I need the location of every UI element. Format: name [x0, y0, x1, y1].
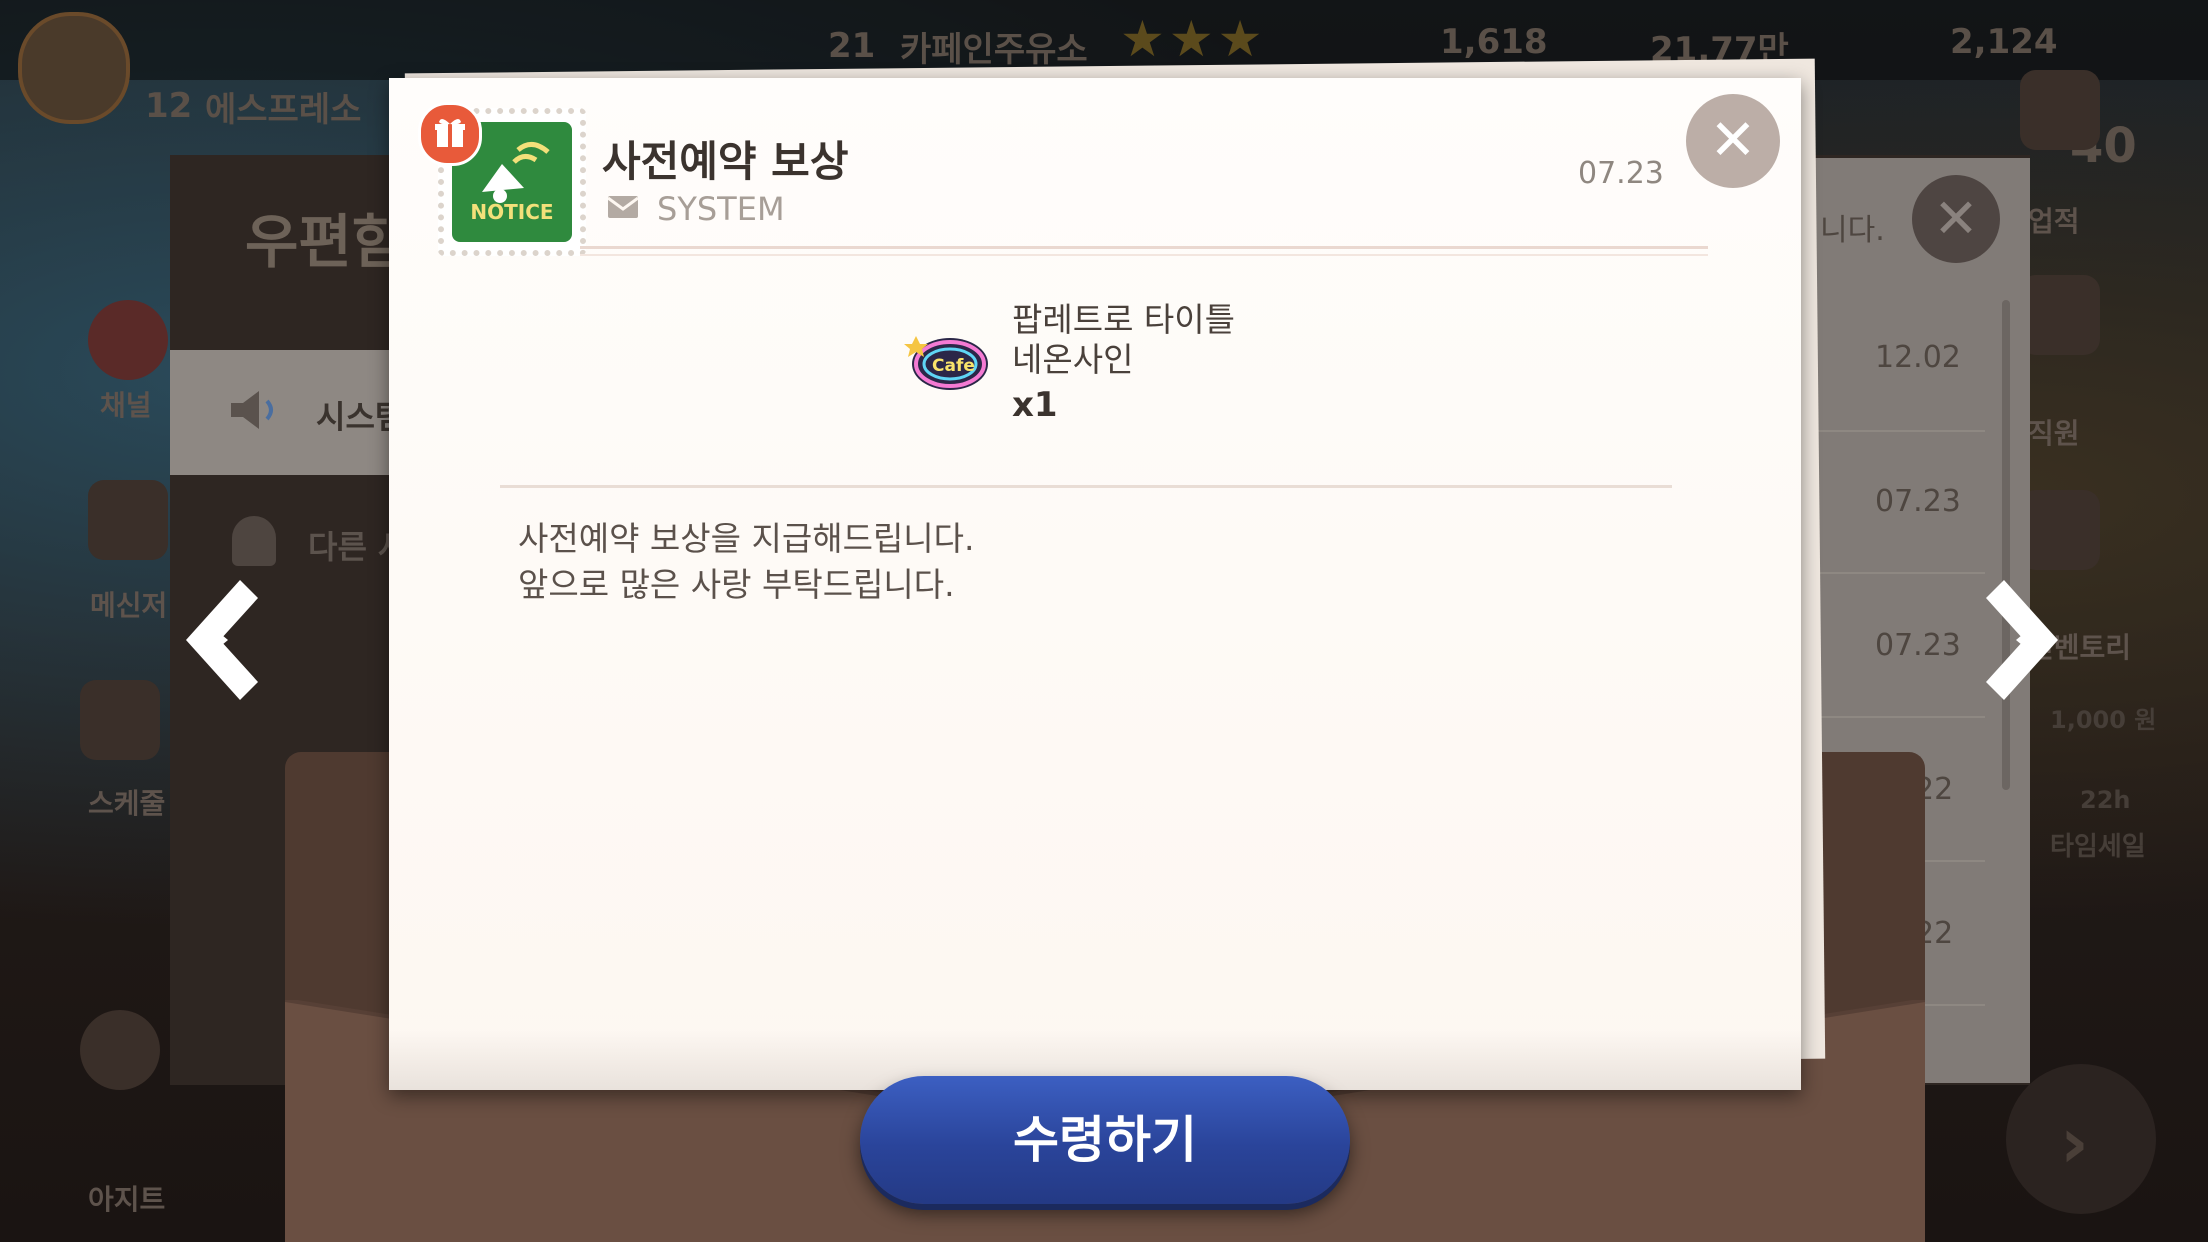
menu-label-achievement: 업적: [2028, 205, 2080, 238]
player-name: 에스프레소: [205, 90, 362, 130]
cafe-neon-sign-icon: Cafe: [904, 336, 988, 390]
menu-label-hideout: 아지트: [88, 1183, 166, 1216]
reward-item-name-line1: 팝레트로 타이틀: [1012, 300, 1236, 339]
mail-title: 사전예약 보상: [602, 137, 849, 186]
channel-icon[interactable]: [88, 300, 168, 380]
list-item[interactable]: 12.02: [1815, 290, 1985, 432]
title-divider: [580, 246, 1708, 249]
cafe-name: 카페인주유소: [900, 30, 1088, 70]
messenger-icon[interactable]: [88, 480, 168, 560]
mailbox-header-note: 니다.: [1820, 213, 1885, 248]
reward-item-quantity: x1: [1012, 385, 1058, 425]
gift-icon: [418, 102, 482, 166]
mail-sender: SYSTEM: [657, 190, 785, 228]
close-button[interactable]: ✕: [1686, 94, 1780, 188]
hud-stat-3: 2,124: [1950, 22, 2058, 62]
reward-item-name: 팝레트로 타이틀 네온사인: [1012, 300, 1312, 380]
cafe-stars: ★★★: [1120, 10, 1267, 68]
title-divider-secondary: [580, 254, 1708, 256]
list-item[interactable]: 07.23: [1815, 576, 1985, 718]
menu-label-channel: 채널: [100, 389, 152, 422]
reward-item-name-line2: 네온사인: [1012, 340, 1134, 379]
claim-button[interactable]: 수령하기: [860, 1076, 1350, 1204]
megaphone-icon: [225, 385, 285, 435]
person-icon: [232, 516, 276, 566]
menu-label-messenger: 메신저: [90, 589, 168, 622]
mail-list-scrollbar[interactable]: [2002, 300, 2010, 790]
player-avatar[interactable]: [18, 12, 130, 124]
mailbox-close-button[interactable]: ✕: [1912, 175, 2000, 263]
time-sale-label: 타임세일: [2050, 832, 2146, 862]
mail-date: 07.23: [1578, 156, 1664, 191]
player-level: 12: [145, 86, 193, 126]
staff-icon[interactable]: [2020, 275, 2100, 355]
menu-label-schedule: 스케줄: [88, 787, 166, 820]
list-item[interactable]: 07.23: [1815, 432, 1985, 574]
mail-body: 사전예약 보상을 지급해드립니다. 앞으로 많은 사랑 부탁드립니다.: [518, 519, 975, 604]
cafe-level: 21: [828, 26, 876, 66]
mailbox-title: 우편함: [245, 208, 406, 276]
stamp-label: NOTICE: [470, 200, 554, 224]
hideout-icon[interactable]: [80, 1010, 160, 1090]
deal-timer: 22h: [2080, 786, 2131, 814]
body-divider: [500, 485, 1672, 488]
mail-icon: [608, 196, 638, 218]
menu-label-staff: 직원: [2028, 417, 2080, 450]
chevron-right-icon: ›: [2060, 1102, 2089, 1184]
schedule-icon[interactable]: [80, 680, 160, 760]
trophy-icon[interactable]: [2020, 70, 2100, 150]
hud-stat-1: 1,618: [1440, 22, 1548, 62]
svg-text:Cafe: Cafe: [932, 356, 975, 376]
previous-mail-arrow-icon[interactable]: [170, 570, 280, 710]
next-mail-arrow-icon[interactable]: [1964, 570, 2074, 710]
box-icon[interactable]: [2020, 490, 2100, 570]
